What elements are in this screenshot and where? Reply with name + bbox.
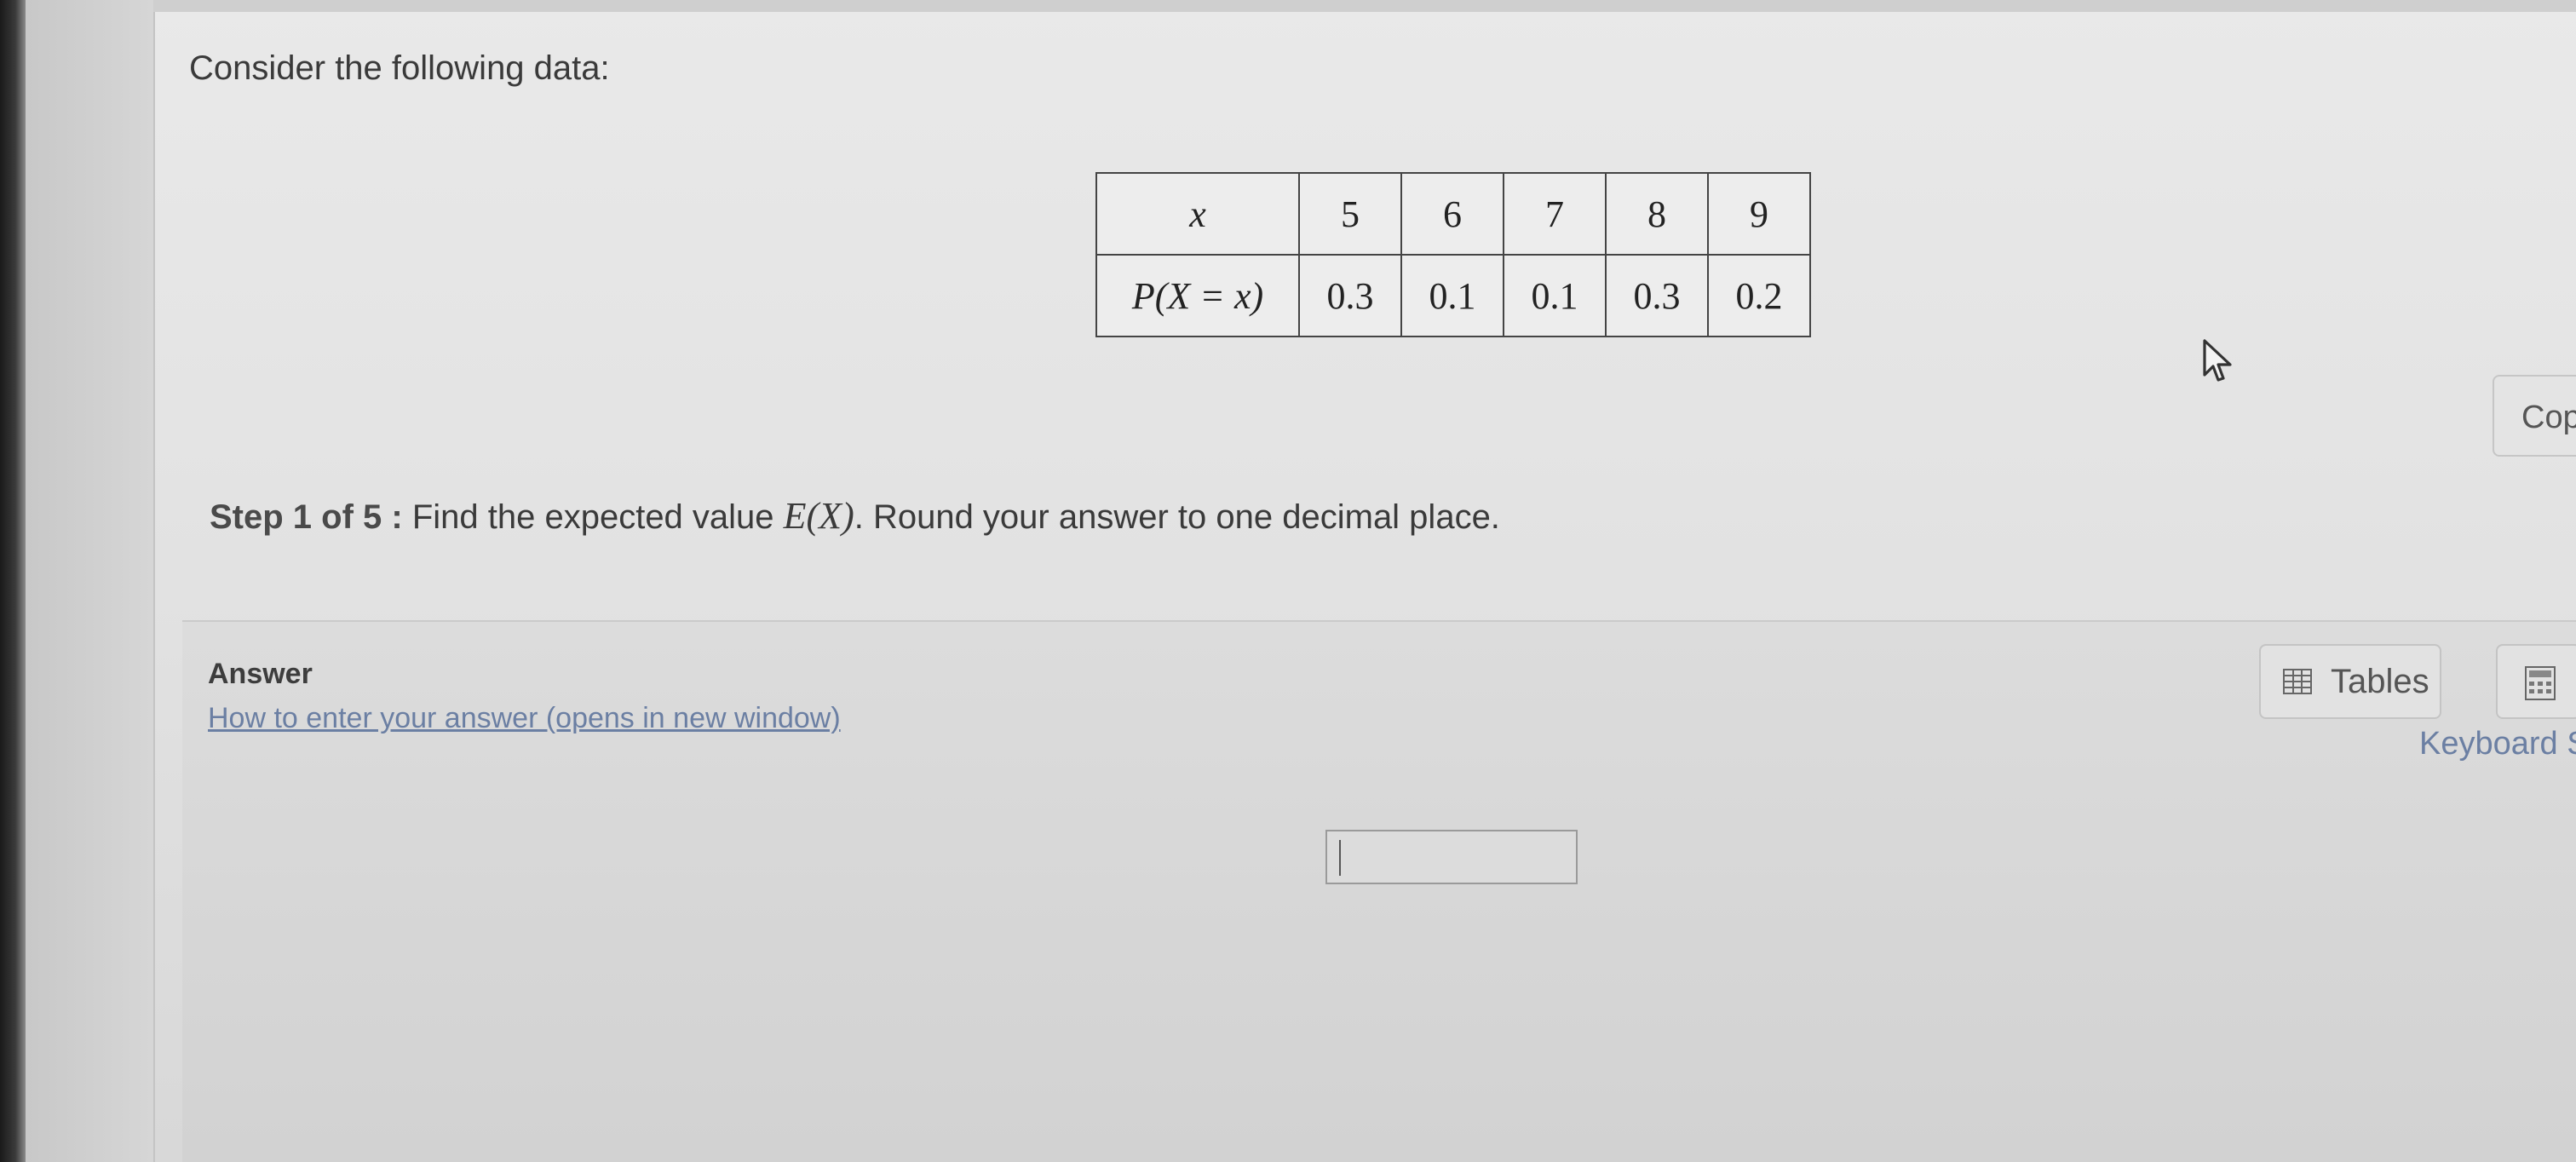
calculator-button[interactable]: [2496, 644, 2576, 719]
text-caret: [1339, 840, 1341, 876]
answer-label: Answer: [208, 658, 313, 690]
screen: Consider the following data: x 5 6 7 8 9…: [0, 0, 2576, 1162]
x-value-cell: 9: [1707, 172, 1811, 256]
x-value-cell: 8: [1605, 172, 1709, 256]
step-label: Step 1 of 5 :: [210, 498, 403, 536]
question-intro: Consider the following data:: [189, 49, 610, 87]
left-gutter: [26, 0, 153, 1162]
step-math: E(X): [783, 495, 854, 537]
row-header-probability: P(X = x): [1095, 254, 1300, 337]
probability-cell: 0.1: [1400, 254, 1504, 337]
probability-cell: 0.3: [1298, 254, 1402, 337]
tables-button[interactable]: Tables: [2259, 644, 2441, 719]
top-strip: [153, 0, 2576, 12]
step-text-end: . Round your answer to one decimal place…: [854, 498, 1500, 536]
how-to-enter-answer-link[interactable]: How to enter your answer (opens in new w…: [208, 702, 841, 735]
step-instruction: Step 1 of 5 : Find the expected value E(…: [210, 494, 1500, 538]
row-header-x: x: [1095, 172, 1300, 256]
copy-button[interactable]: Cop: [2493, 375, 2576, 457]
probability-cell: 0.3: [1605, 254, 1709, 337]
monitor-bezel: [0, 0, 26, 1162]
probability-cell: 0.1: [1503, 254, 1607, 337]
mouse-cursor-icon: [2203, 339, 2232, 382]
tables-button-label: Tables: [2331, 662, 2429, 700]
x-value-cell: 5: [1298, 172, 1402, 256]
probability-cell: 0.2: [1707, 254, 1811, 337]
x-value-cell: 6: [1400, 172, 1504, 256]
grid-icon: [2283, 669, 2312, 694]
calculator-icon: [2525, 666, 2556, 700]
x-value-cell: 7: [1503, 172, 1607, 256]
answer-input[interactable]: [1325, 830, 1578, 884]
step-text: Find the expected value: [402, 498, 784, 536]
table-row-x: x 5 6 7 8 9: [1095, 172, 1811, 256]
probability-table: x 5 6 7 8 9 P(X = x) 0.3 0.1 0.1 0.3 0.2: [1095, 172, 1811, 337]
keyboard-shortcuts-link[interactable]: Keyboard S: [2419, 726, 2576, 762]
table-row-probability: P(X = x) 0.3 0.1 0.1 0.3 0.2: [1095, 254, 1811, 337]
